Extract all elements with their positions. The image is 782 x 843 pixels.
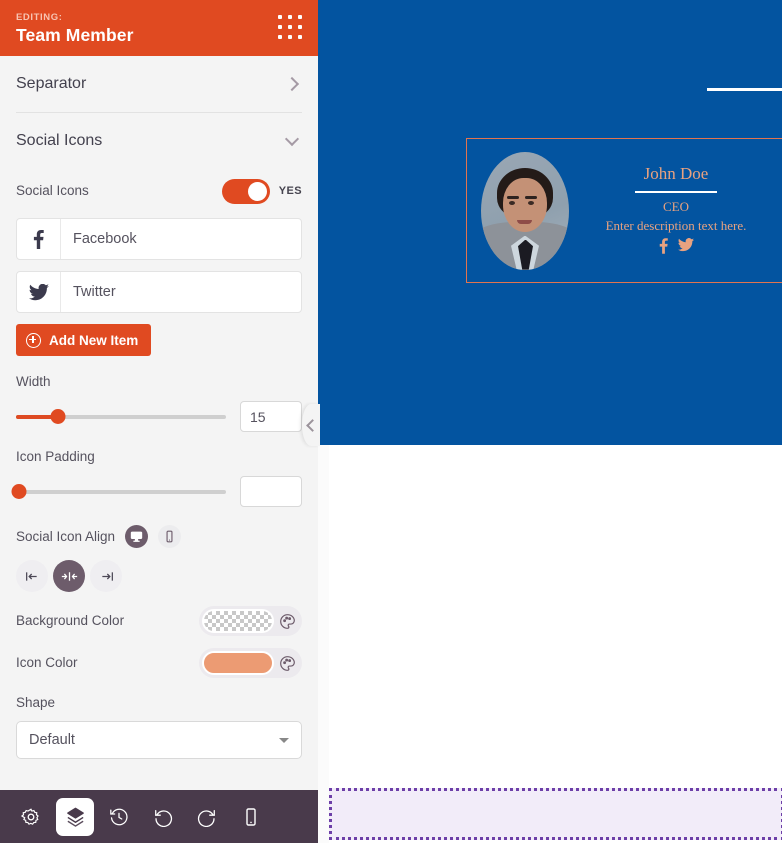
mobile-icon[interactable] bbox=[158, 525, 182, 548]
width-control: Width bbox=[0, 373, 318, 432]
toggle-knob bbox=[247, 181, 267, 201]
align-options bbox=[16, 560, 302, 592]
section-separator-label: Separator bbox=[16, 75, 87, 92]
apps-grid-icon[interactable] bbox=[278, 15, 304, 41]
panel-header: EDITING: Team Member bbox=[0, 0, 318, 56]
social-icon-align-label: Social Icon Align bbox=[16, 528, 116, 544]
chevron-left-icon bbox=[306, 418, 319, 432]
background-color-control: Background Color bbox=[0, 606, 318, 636]
background-color-swatch[interactable] bbox=[202, 609, 274, 633]
team-member-description: Enter description text here. bbox=[605, 217, 747, 233]
align-right-icon[interactable] bbox=[90, 560, 122, 592]
social-icons-toggle-wrap: YES bbox=[221, 178, 302, 204]
repeater-item-title: Facebook bbox=[73, 231, 137, 247]
social-icon-align-control: Social Icon Align bbox=[0, 525, 318, 592]
hero-section[interactable]: John Doe CEO Enter description text here… bbox=[318, 0, 782, 445]
team-member-photo bbox=[481, 151, 569, 270]
chevron-down-icon bbox=[286, 134, 300, 148]
social-repeater: Facebook Twitter Add New Item bbox=[0, 218, 318, 356]
editing-module-title: Team Member bbox=[16, 24, 134, 45]
width-label: Width bbox=[16, 374, 51, 389]
align-label-row: Social Icon Align bbox=[16, 525, 302, 548]
name-underline bbox=[635, 190, 717, 193]
palette-icon[interactable] bbox=[279, 655, 296, 672]
shape-selected-value: Default bbox=[29, 732, 75, 748]
add-new-item-label: Add New Item bbox=[49, 332, 139, 348]
history-icon[interactable] bbox=[100, 798, 138, 836]
social-icons-toggle-label: Social Icons bbox=[16, 183, 89, 198]
repeater-item-twitter[interactable]: Twitter bbox=[16, 271, 302, 313]
layers-icon[interactable] bbox=[56, 797, 94, 836]
background-color-label: Background Color bbox=[16, 613, 125, 628]
panel-bottom-bar bbox=[0, 790, 318, 843]
width-slider[interactable] bbox=[16, 407, 226, 427]
settings-panel: EDITING: Team Member Separator Social Ic… bbox=[0, 0, 318, 843]
icon-padding-slider-row bbox=[11, 476, 302, 507]
team-member-role: CEO bbox=[663, 198, 689, 214]
icon-color-swatch[interactable] bbox=[202, 651, 274, 675]
repeater-item-title: Twitter bbox=[73, 284, 116, 300]
icon-color-control: Icon Color bbox=[0, 648, 318, 678]
team-member-card[interactable]: John Doe CEO Enter description text here… bbox=[466, 138, 782, 283]
facebook-icon[interactable] bbox=[659, 237, 668, 259]
icon-padding-input[interactable] bbox=[240, 476, 302, 507]
editor-root: EDITING: Team Member Separator Social Ic… bbox=[0, 0, 782, 843]
desktop-icon[interactable] bbox=[125, 525, 149, 548]
add-new-item-button[interactable]: Add New Item bbox=[16, 324, 152, 356]
slider-track bbox=[16, 489, 226, 494]
slider-thumb[interactable] bbox=[50, 409, 66, 424]
icon-color-label: Icon Color bbox=[16, 655, 78, 670]
undo-icon[interactable] bbox=[144, 798, 182, 836]
section-social-icons-label: Social Icons bbox=[16, 132, 103, 149]
team-member-socials bbox=[659, 237, 694, 259]
empty-drop-zone[interactable] bbox=[329, 788, 782, 840]
responsive-mobile-icon[interactable] bbox=[232, 798, 270, 836]
social-icons-toggle-row: Social Icons YES bbox=[0, 169, 318, 213]
social-icons-toggle[interactable] bbox=[221, 178, 270, 204]
panel-collapse-handle[interactable] bbox=[302, 404, 320, 446]
shape-select[interactable]: Default bbox=[16, 721, 302, 759]
palette-icon[interactable] bbox=[279, 613, 296, 630]
width-slider-row bbox=[16, 401, 302, 432]
chevron-right-icon bbox=[286, 77, 300, 91]
section-social-icons[interactable]: Social Icons bbox=[0, 113, 318, 169]
team-member-details: John Doe CEO Enter description text here… bbox=[569, 163, 782, 259]
icon-color-picker[interactable] bbox=[199, 648, 302, 678]
icon-padding-control: Icon Padding bbox=[0, 448, 318, 507]
plus-circle-icon bbox=[26, 332, 41, 348]
twitter-icon bbox=[17, 272, 61, 312]
section-divider-line bbox=[707, 88, 782, 91]
icon-padding-label: Icon Padding bbox=[16, 449, 95, 464]
editing-eyebrow: EDITING: bbox=[16, 11, 63, 23]
align-left-icon[interactable] bbox=[16, 560, 48, 592]
canvas-left-gutter bbox=[318, 445, 329, 843]
slider-thumb[interactable] bbox=[11, 484, 27, 499]
align-center-icon[interactable] bbox=[53, 560, 85, 592]
background-color-picker[interactable] bbox=[199, 606, 302, 636]
width-input[interactable] bbox=[240, 401, 302, 432]
icon-padding-slider[interactable] bbox=[11, 482, 226, 502]
panel-header-titles: EDITING: Team Member bbox=[16, 11, 133, 46]
shape-label: Shape bbox=[16, 695, 56, 710]
panel-body: Separator Social Icons Social Icons YES bbox=[0, 56, 318, 790]
section-separator[interactable]: Separator bbox=[0, 56, 318, 112]
repeater-item-facebook[interactable]: Facebook bbox=[16, 218, 302, 260]
settings-gear-icon[interactable] bbox=[12, 798, 50, 836]
caret-down-icon bbox=[279, 737, 289, 743]
social-icons-toggle-value: YES bbox=[278, 185, 302, 197]
shape-control: Shape Default bbox=[0, 694, 318, 759]
page-canvas: John Doe CEO Enter description text here… bbox=[302, 0, 782, 843]
redo-icon[interactable] bbox=[188, 798, 226, 836]
twitter-icon[interactable] bbox=[677, 237, 694, 259]
facebook-icon bbox=[17, 219, 61, 259]
team-member-name: John Doe bbox=[643, 163, 709, 183]
